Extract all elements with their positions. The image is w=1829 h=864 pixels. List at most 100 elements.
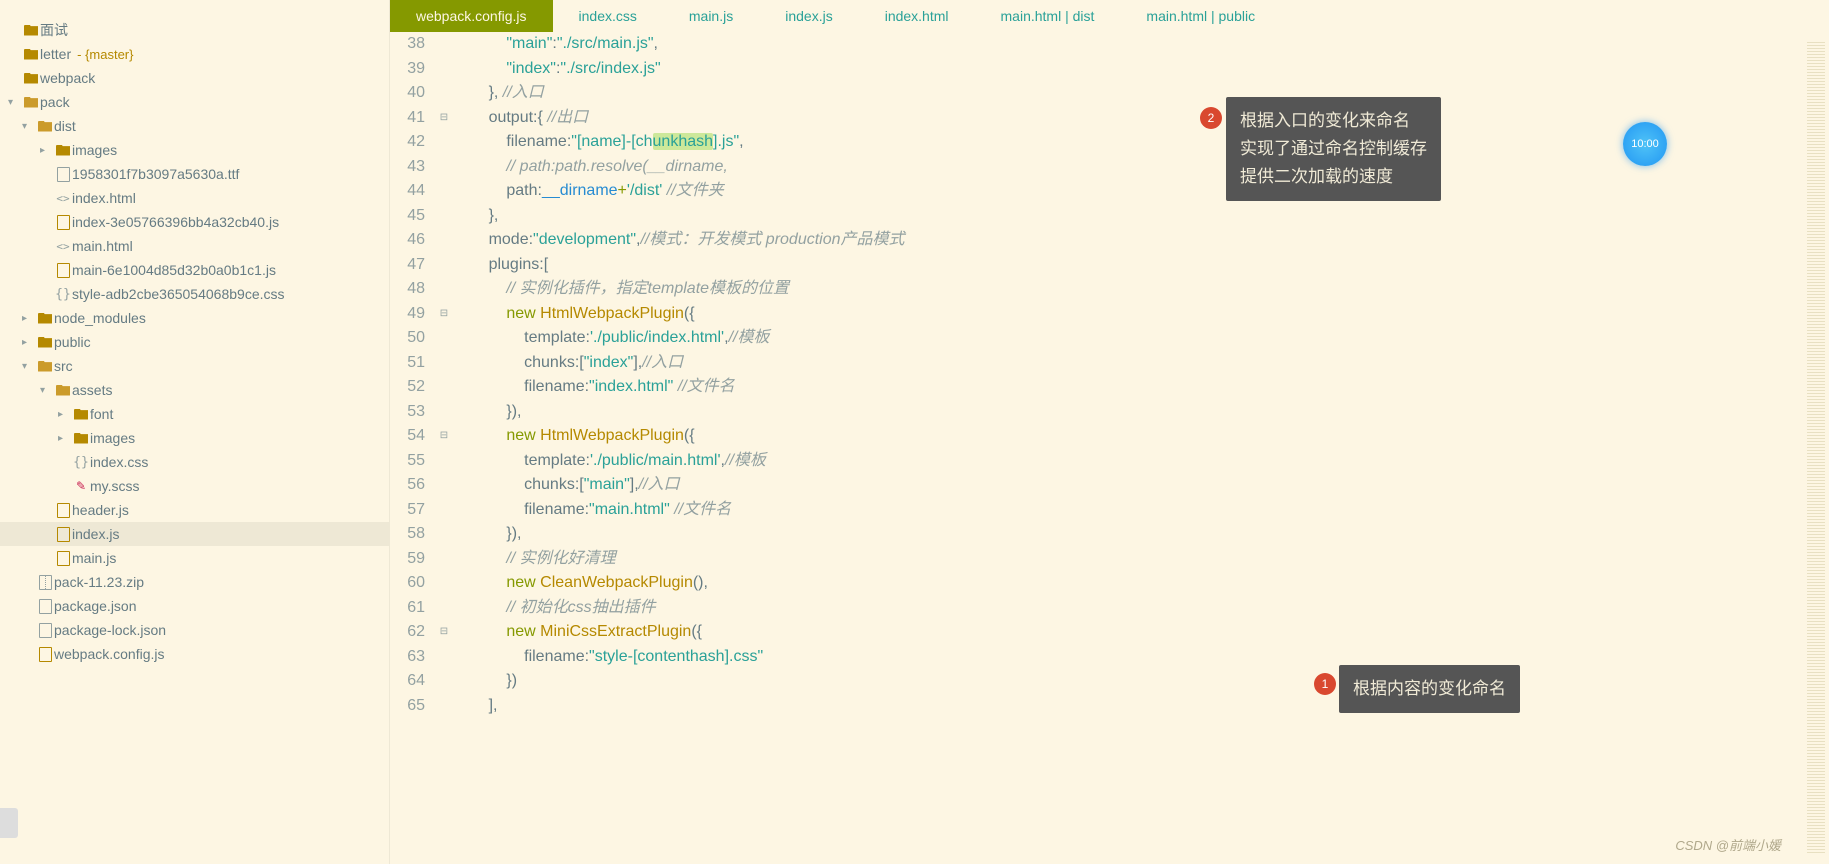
tree-item-label: 面试 bbox=[40, 20, 68, 40]
tree-item[interactable]: package.json bbox=[0, 594, 389, 618]
tree-item[interactable]: main.js bbox=[0, 546, 389, 570]
file-icon bbox=[36, 575, 54, 590]
file-icon bbox=[54, 192, 72, 205]
tree-item[interactable]: ▸ public bbox=[0, 330, 389, 354]
tree-item[interactable]: index.html bbox=[0, 186, 389, 210]
tree-item-label: index.css bbox=[90, 454, 148, 470]
folder-icon bbox=[36, 121, 54, 132]
folder-icon bbox=[36, 337, 54, 348]
folder-icon bbox=[22, 25, 40, 36]
editor-tab[interactable]: webpack.config.js bbox=[390, 0, 553, 32]
file-icon bbox=[36, 599, 54, 614]
file-icon bbox=[54, 551, 72, 566]
editor-tab[interactable]: main.html | public bbox=[1120, 0, 1281, 32]
tree-item-label: index.js bbox=[72, 526, 119, 542]
editor-tab[interactable]: index.js bbox=[759, 0, 858, 32]
tree-item-label: dist bbox=[54, 118, 76, 134]
watermark: CSDN @前端小媛 bbox=[1675, 835, 1781, 854]
file-explorer-sidebar[interactable]: 面试letter- {master}webpack▾pack▾dist▸imag… bbox=[0, 0, 390, 864]
annotation-tooltip-1: 根据内容的变化命名 bbox=[1339, 665, 1520, 713]
chevron-icon: ▸ bbox=[58, 409, 72, 420]
file-icon bbox=[72, 455, 90, 470]
file-icon bbox=[54, 263, 72, 278]
tree-item-label: main.js bbox=[72, 550, 116, 566]
tree-item[interactable]: ▸ node_modules bbox=[0, 306, 389, 330]
tree-item-label: style-adb2cbe365054068b9ce.css bbox=[72, 286, 285, 302]
clock-widget: 10:00 bbox=[1623, 122, 1667, 166]
tree-item-label: font bbox=[90, 406, 113, 422]
tree-item[interactable]: ▸ font bbox=[0, 402, 389, 426]
folder-icon bbox=[22, 73, 40, 84]
tree-item[interactable]: style-adb2cbe365054068b9ce.css bbox=[0, 282, 389, 306]
annotation-badge-1: 1 bbox=[1314, 673, 1336, 695]
folder-icon bbox=[72, 433, 90, 444]
annotation-tooltip-2: 根据入口的变化来命名 实现了通过命名控制缓存 提供二次加载的速度 bbox=[1226, 97, 1441, 201]
tree-item-label: letter bbox=[40, 46, 71, 62]
tree-item[interactable]: webpack bbox=[0, 66, 389, 90]
tree-item[interactable]: letter- {master} bbox=[0, 42, 389, 66]
folder-icon bbox=[36, 361, 54, 372]
editor-tabs: webpack.config.jsindex.cssmain.jsindex.j… bbox=[390, 0, 1829, 32]
editor-tab[interactable]: main.js bbox=[663, 0, 759, 32]
folder-icon bbox=[36, 313, 54, 324]
tree-item[interactable]: index.js bbox=[0, 522, 389, 546]
editor-tab[interactable]: main.html | dist bbox=[975, 0, 1121, 32]
tree-item[interactable]: index.css bbox=[0, 450, 389, 474]
tree-item-label: images bbox=[90, 430, 135, 446]
editor-tab[interactable]: index.css bbox=[553, 0, 663, 32]
tree-item-label: images bbox=[72, 142, 117, 158]
file-icon bbox=[36, 623, 54, 638]
tree-item-label: webpack bbox=[40, 70, 95, 86]
tree-item[interactable]: ▸ images bbox=[0, 138, 389, 162]
chevron-icon: ▸ bbox=[22, 313, 36, 324]
chevron-icon: ▸ bbox=[22, 337, 36, 348]
tree-item[interactable]: package-lock.json bbox=[0, 618, 389, 642]
chevron-icon: ▸ bbox=[40, 145, 54, 156]
tree-item[interactable]: header.js bbox=[0, 498, 389, 522]
tree-item[interactable]: ▾dist bbox=[0, 114, 389, 138]
file-icon bbox=[54, 167, 72, 182]
collapsed-panel-tab[interactable] bbox=[0, 808, 18, 838]
file-icon bbox=[72, 479, 90, 493]
file-icon bbox=[54, 503, 72, 518]
tree-item-label: 1958301f7b3097a5630a.ttf bbox=[72, 166, 239, 182]
editor-tab[interactable]: index.html bbox=[859, 0, 975, 32]
code-editor[interactable]: 3839404142434445464748495051525354555657… bbox=[390, 32, 1829, 864]
tree-item-label: webpack.config.js bbox=[54, 646, 165, 662]
tree-item-label: header.js bbox=[72, 502, 129, 518]
tree-item[interactable]: ▸ images bbox=[0, 426, 389, 450]
tree-item-label: node_modules bbox=[54, 310, 146, 326]
tree-item[interactable]: main.html bbox=[0, 234, 389, 258]
chevron-icon: ▾ bbox=[40, 385, 54, 396]
tree-item[interactable]: 1958301f7b3097a5630a.ttf bbox=[0, 162, 389, 186]
line-number-gutter: 3839404142434445464748495051525354555657… bbox=[390, 32, 435, 864]
folder-icon bbox=[22, 97, 40, 108]
folder-icon bbox=[22, 49, 40, 60]
fold-gutter[interactable]: ⊟⊟⊟⊟ bbox=[435, 32, 453, 864]
editor-area: webpack.config.jsindex.cssmain.jsindex.j… bbox=[390, 0, 1829, 864]
chevron-icon: ▸ bbox=[58, 433, 72, 444]
code-content[interactable]: "main":"./src/main.js", "index":"./src/i… bbox=[453, 32, 1829, 864]
file-icon bbox=[36, 647, 54, 662]
tree-item-label: main.html bbox=[72, 238, 133, 254]
tree-item[interactable]: index-3e05766396bb4a32cb40.js bbox=[0, 210, 389, 234]
tree-item-label: my.scss bbox=[90, 478, 140, 494]
tree-item[interactable]: ▾src bbox=[0, 354, 389, 378]
tree-item[interactable]: ▾pack bbox=[0, 90, 389, 114]
tree-item[interactable]: pack-11.23.zip bbox=[0, 570, 389, 594]
tree-item[interactable]: my.scss bbox=[0, 474, 389, 498]
chevron-icon: ▾ bbox=[22, 361, 36, 372]
minimap[interactable] bbox=[1801, 32, 1829, 864]
tree-item-label: public bbox=[54, 334, 91, 350]
file-icon bbox=[54, 527, 72, 542]
tree-item[interactable]: 面试 bbox=[0, 18, 389, 42]
tree-item-label: index.html bbox=[72, 190, 136, 206]
annotation-badge-2: 2 bbox=[1200, 107, 1222, 129]
tree-item-label: main-6e1004d85d32b0a0b1c1.js bbox=[72, 262, 276, 278]
tree-item-label: pack-11.23.zip bbox=[54, 574, 144, 590]
tree-item[interactable]: ▾assets bbox=[0, 378, 389, 402]
tree-item-label: package-lock.json bbox=[54, 622, 166, 638]
tree-item[interactable]: webpack.config.js bbox=[0, 642, 389, 666]
chevron-icon: ▾ bbox=[8, 97, 22, 108]
tree-item[interactable]: main-6e1004d85d32b0a0b1c1.js bbox=[0, 258, 389, 282]
